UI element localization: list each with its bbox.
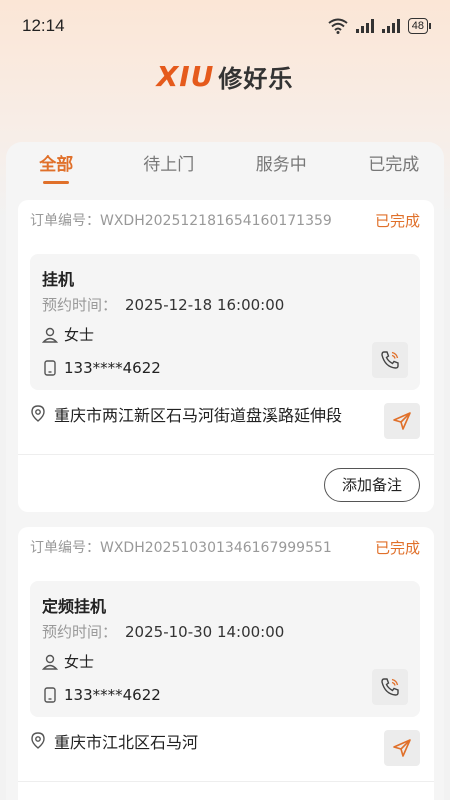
service-title: 挂机 [42,270,75,289]
order-number-value: WXDH202510301346167999551 [100,540,332,556]
customer-name: 女士 [64,326,95,344]
service-address: 重庆市江北区石马河 [30,729,198,753]
location-pin-icon [31,732,45,749]
customer-row: 女士 [42,324,94,345]
address-text: 重庆市两江新区石马河街道盘溪路延伸段 [54,406,343,425]
customer-name: 女士 [64,653,95,671]
tab-in-service[interactable]: 服务中 [225,142,338,192]
phone-row: 133****4622 [42,359,161,377]
order-number-label: 订单编号： [30,213,100,229]
appointment-time: 预约时间： 2025-10-30 14:00:00 [42,621,284,642]
service-title: 定频挂机 [42,597,107,616]
order-tabs: 全部 待上门 服务中 已完成 [0,142,450,192]
person-icon [42,654,58,670]
appointment-value: 2025-12-18 16:00:00 [125,296,285,314]
wifi-icon [328,18,348,34]
phone-number: 133****4622 [64,686,161,704]
phone-call-icon [381,351,399,369]
order-card[interactable]: 订单编号：WXDH202510301346167999551 已完成 定频挂机 … [18,527,434,800]
service-address: 重庆市两江新区石马河街道盘溪路延伸段 [30,402,342,426]
status-badge: 已完成 [374,538,420,557]
order-number: 订单编号：WXDH202510301346167999551 [30,537,332,557]
navigate-button[interactable] [384,730,420,766]
call-button[interactable] [372,669,408,705]
card-divider [18,454,434,455]
battery-icon: 48 [407,18,432,34]
tab-pending-visit[interactable]: 待上门 [113,142,226,192]
add-note-button[interactable]: 添加备注 [324,468,420,502]
appointment-value: 2025-10-30 14:00:00 [125,623,285,641]
navigate-button[interactable] [384,403,420,439]
appointment-time: 预约时间： 2025-12-18 16:00:00 [42,294,284,315]
tab-completed[interactable]: 已完成 [338,142,450,192]
order-card[interactable]: 订单编号：WXDH202512181654160171359 已完成 挂机 预约… [18,200,434,512]
order-card-header: 订单编号：WXDH202510301346167999551 已完成 [18,527,434,567]
person-icon [42,327,58,343]
navigate-icon [393,412,411,430]
phone-device-icon [44,687,56,703]
logo-cjk: 修好乐 [218,64,294,93]
call-button[interactable] [372,342,408,378]
order-card-header: 订单编号：WXDH202512181654160171359 已完成 [18,200,434,240]
phone-number: 133****4622 [64,359,161,377]
phone-call-icon [381,678,399,696]
order-detail-box: 挂机 预约时间： 2025-12-18 16:00:00 女士 133****46… [30,254,420,390]
customer-row: 女士 [42,651,94,672]
logo-latin: XIU [156,59,215,93]
phone-device-icon [44,360,56,376]
signal-icon [355,19,374,33]
card-divider [18,781,434,782]
status-badge: 已完成 [374,211,420,230]
appointment-label: 预约时间： [42,623,118,641]
signal-icon [381,19,400,33]
address-text: 重庆市江北区石马河 [54,733,199,752]
tab-all[interactable]: 全部 [0,142,113,192]
status-bar: 12:14 48 [0,0,450,52]
app-logo: XIU 修好乐 [0,56,450,96]
status-time: 12:14 [22,16,65,35]
phone-row: 133****4622 [42,686,161,704]
order-number-value: WXDH202512181654160171359 [100,213,332,229]
order-number-label: 订单编号： [30,540,100,556]
navigate-icon [393,739,411,757]
order-detail-box: 定频挂机 预约时间： 2025-10-30 14:00:00 女士 133****… [30,581,420,717]
appointment-label: 预约时间： [42,296,118,314]
location-pin-icon [31,405,45,422]
status-icons: 48 [328,18,432,34]
order-number: 订单编号：WXDH202512181654160171359 [30,210,332,230]
